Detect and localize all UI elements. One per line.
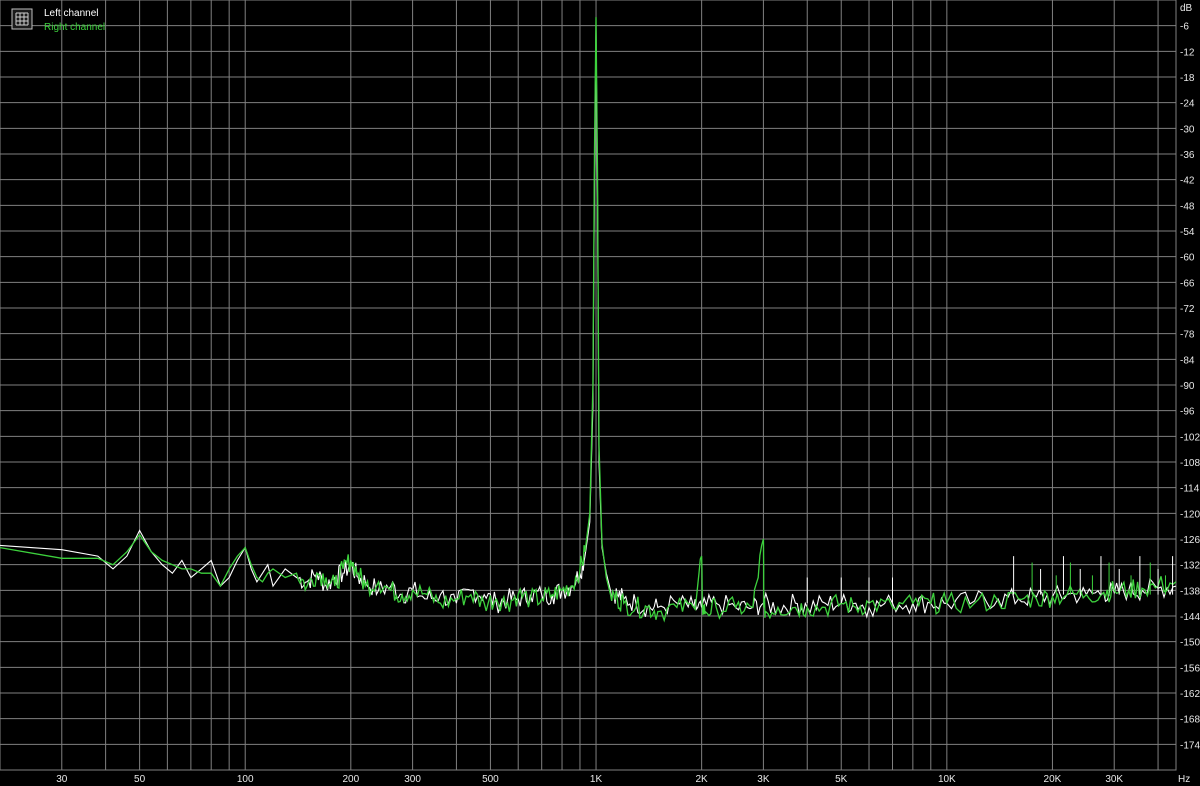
x-tick-label: 500: [482, 774, 499, 785]
y-tick-label: -156: [1180, 663, 1200, 674]
y-tick-label: -144: [1180, 612, 1200, 623]
y-tick-label: -114: [1180, 484, 1200, 495]
legend-right-label: Right channel: [44, 22, 105, 33]
y-tick-label: -12: [1180, 47, 1195, 58]
x-tick-label: 30: [56, 774, 68, 785]
y-tick-label: -174: [1180, 740, 1200, 751]
x-unit-label: Hz: [1178, 774, 1190, 785]
x-tick-label: 10K: [938, 774, 956, 785]
y-tick-label: -108: [1180, 458, 1200, 469]
x-tick-label: 50: [134, 774, 146, 785]
y-unit-label: dB: [1180, 3, 1193, 14]
y-tick-label: -48: [1180, 201, 1195, 212]
x-tick-label: 1K: [590, 774, 603, 785]
y-tick-label: -126: [1180, 535, 1200, 546]
y-tick-label: -18: [1180, 73, 1195, 84]
legend-left-label: Left channel: [44, 8, 99, 19]
y-tick-label: -168: [1180, 715, 1200, 726]
x-tick-label: 3K: [757, 774, 770, 785]
y-tick-label: -54: [1180, 227, 1195, 238]
y-tick-label: -78: [1180, 330, 1195, 341]
x-tick-label: 200: [342, 774, 359, 785]
y-tick-label: -24: [1180, 99, 1195, 110]
y-tick-label: -72: [1180, 304, 1195, 315]
x-tick-label: 30K: [1105, 774, 1123, 785]
y-tick-label: -162: [1180, 689, 1200, 700]
y-tick-label: -120: [1180, 509, 1200, 520]
y-tick-label: -42: [1180, 176, 1195, 187]
y-tick-label: -66: [1180, 278, 1195, 289]
spectrum-chart: 30 50 100 200 300 500 1K 2K 3K 5K 10K 20K 30K -6 -12 -…: [0, 0, 1200, 786]
x-tick-label: 20K: [1044, 774, 1062, 785]
y-tick-label: -6: [1180, 22, 1189, 33]
y-tick-label: -132: [1180, 561, 1200, 572]
y-tick-label: -96: [1180, 407, 1195, 418]
y-tick-label: -90: [1180, 381, 1195, 392]
y-tick-label: -84: [1180, 355, 1195, 366]
y-tick-label: -60: [1180, 253, 1195, 264]
chart-canvas: 30 50 100 200 300 500 1K 2K 3K 5K 10K 20K 30K -6 -12 -…: [0, 0, 1200, 786]
y-tick-label: -150: [1180, 638, 1200, 649]
plot-background: [0, 0, 1200, 786]
x-tick-label: 5K: [835, 774, 848, 785]
x-tick-label: 100: [237, 774, 254, 785]
x-tick-label: 2K: [696, 774, 709, 785]
y-tick-label: -30: [1180, 124, 1195, 135]
y-tick-label: -102: [1180, 432, 1200, 443]
x-tick-label: 300: [404, 774, 421, 785]
y-tick-label: -36: [1180, 150, 1195, 161]
grid-icon[interactable]: [11, 8, 33, 30]
y-tick-label: -138: [1180, 586, 1200, 597]
